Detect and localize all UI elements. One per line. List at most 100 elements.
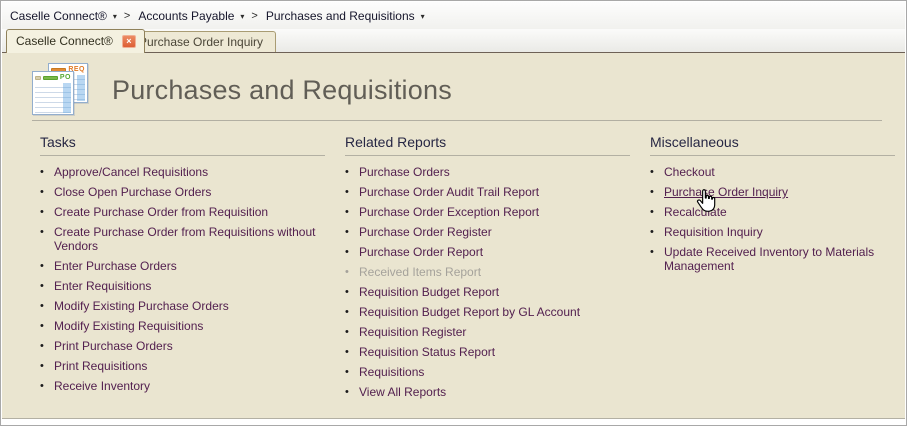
list-item: • Requisition Budget Report (345, 285, 630, 299)
page-title: Purchases and Requisitions (112, 75, 452, 105)
list-item: • Requisition Register (345, 325, 630, 339)
item-link[interactable]: Purchase Order Inquiry (664, 185, 788, 199)
bullet-icon: • (345, 366, 349, 378)
tab-label: Caselle Connect® (16, 34, 113, 48)
breadcrumb: Caselle Connect® ▾ > Accounts Payable ▾ … (2, 2, 905, 29)
list-item: • Receive Inventory (40, 379, 325, 393)
bullet-icon: • (650, 166, 654, 178)
bullet-icon: • (40, 280, 44, 292)
section-miscellaneous: Miscellaneous • Checkout • Purchase Order I… (650, 134, 895, 279)
list-item: • Enter Requisitions (40, 279, 325, 293)
item-link[interactable]: Requisition Status Report (359, 345, 495, 359)
item-link[interactable]: Print Purchase Orders (54, 339, 173, 353)
bullet-icon: • (345, 386, 349, 398)
item-link[interactable]: Requisition Inquiry (664, 225, 763, 239)
item-link[interactable]: Requisition Budget Report (359, 285, 499, 299)
bullet-icon: • (650, 246, 654, 258)
item-link[interactable]: Close Open Purchase Orders (54, 185, 211, 199)
item-link[interactable]: Enter Requisitions (54, 279, 151, 293)
bullet-icon: • (345, 166, 349, 178)
list-item: • Modify Existing Purchase Orders (40, 299, 325, 313)
item-link[interactable]: Enter Purchase Orders (54, 259, 177, 273)
list-item: • Requisition Status Report (345, 345, 630, 359)
list-item: • Received Items Report (345, 265, 630, 279)
tab-strip: Caselle Connect® × Purchase Order Inquir… (2, 29, 905, 53)
section-title: Related Reports (345, 134, 630, 156)
bullet-icon: • (40, 260, 44, 272)
section-tasks: Tasks • Approve/Cancel Requisitions • Close… (40, 134, 325, 399)
report-list: • Purchase Orders • Purchase Order Audit Tr… (345, 165, 630, 399)
item-link[interactable]: Approve/Cancel Requisitions (54, 165, 208, 179)
purchase-order-sheet-icon: PO (32, 71, 74, 115)
list-item: • Purchase Order Audit Trail Report (345, 185, 630, 199)
bullet-icon: • (650, 226, 654, 238)
item-link[interactable]: Receive Inventory (54, 379, 150, 393)
item-link[interactable]: Print Requisitions (54, 359, 147, 373)
item-link[interactable]: View All Reports (359, 385, 446, 399)
task-list: • Approve/Cancel Requisitions • Close Open … (40, 165, 325, 393)
bullet-icon: • (345, 326, 349, 338)
list-item: • Close Open Purchase Orders (40, 185, 325, 199)
list-item: • Update Received Inventory to Materials … (650, 245, 895, 273)
list-item: • Purchase Orders (345, 165, 630, 179)
item-link[interactable]: Checkout (664, 165, 715, 179)
chevron-down-icon[interactable]: ▾ (113, 12, 117, 21)
close-icon[interactable]: × (121, 34, 136, 48)
breadcrumb-item-purchases-and-requisitions[interactable]: Purchases and Requisitions (266, 9, 415, 23)
tab-purchase-order-inquiry[interactable]: Purchase Order Inquiry (126, 31, 277, 52)
item-link[interactable]: Requisition Register (359, 325, 466, 339)
chevron-down-icon[interactable]: ▾ (240, 12, 244, 21)
list-item: • Print Purchase Orders (40, 339, 325, 353)
list-item: • Requisition Inquiry (650, 225, 895, 239)
list-item: • Print Requisitions (40, 359, 325, 373)
list-item: • Create Purchase Order from Requisitions… (40, 225, 325, 253)
item-link[interactable]: Recalculate (664, 205, 727, 219)
section-title: Tasks (40, 134, 325, 156)
list-item: • Recalculate (650, 205, 895, 219)
purchases-requisitions-icon: REQ PO (32, 63, 88, 115)
item-link: Received Items Report (359, 265, 482, 279)
list-item: • Checkout (650, 165, 895, 179)
section-title: Miscellaneous (650, 134, 895, 156)
app-window: Caselle Connect® ▾ > Accounts Payable ▾ … (0, 0, 907, 426)
section-related-reports: Related Reports • Purchase Orders • Purchas… (345, 134, 630, 405)
item-link[interactable]: Purchase Order Register (359, 225, 492, 239)
list-item: • Approve/Cancel Requisitions (40, 165, 325, 179)
bullet-icon: • (40, 206, 44, 218)
breadcrumb-item-accounts-payable[interactable]: Accounts Payable (138, 9, 234, 23)
item-link[interactable]: Requisition Budget Report by GL Account (359, 305, 580, 319)
bullet-icon: • (650, 186, 654, 198)
item-link[interactable]: Create Purchase Order from Requisition (54, 205, 268, 219)
list-item: • Enter Purchase Orders (40, 259, 325, 273)
list-item: • Requisition Budget Report by GL Account (345, 305, 630, 319)
list-item: • Purchase Order Inquiry (650, 185, 895, 199)
title-divider (32, 120, 882, 121)
bullet-icon: • (345, 226, 349, 238)
item-link[interactable]: Modify Existing Requisitions (54, 319, 203, 333)
tab-caselle-connect[interactable]: Caselle Connect® × (6, 29, 145, 53)
breadcrumb-separator: > (251, 9, 258, 22)
item-link[interactable]: Purchase Order Report (359, 245, 483, 259)
item-link[interactable]: Purchase Order Exception Report (359, 205, 539, 219)
chevron-down-icon[interactable]: ▾ (421, 12, 425, 21)
bullet-icon: • (650, 206, 654, 218)
item-link[interactable]: Purchase Orders (359, 165, 450, 179)
item-link[interactable]: Purchase Order Audit Trail Report (359, 185, 539, 199)
bullet-icon: • (345, 246, 349, 258)
bullet-icon: • (345, 286, 349, 298)
item-link[interactable]: Modify Existing Purchase Orders (54, 299, 229, 313)
breadcrumb-item-caselle-connect[interactable]: Caselle Connect® (10, 9, 107, 23)
item-link[interactable]: Requisitions (359, 365, 424, 379)
list-item: • Modify Existing Requisitions (40, 319, 325, 333)
bullet-icon: • (345, 306, 349, 318)
bullet-icon: • (345, 346, 349, 358)
list-item: • Purchase Order Report (345, 245, 630, 259)
bullet-icon: • (40, 186, 44, 198)
list-item: • Purchase Order Register (345, 225, 630, 239)
item-link[interactable]: Update Received Inventory to Materials M… (664, 245, 895, 273)
bullet-icon: • (40, 166, 44, 178)
bullet-icon: • (40, 340, 44, 352)
list-item: • Create Purchase Order from Requisition (40, 205, 325, 219)
item-link[interactable]: Create Purchase Order from Requisitions … (54, 225, 325, 253)
tab-label: Purchase Order Inquiry (139, 34, 264, 49)
